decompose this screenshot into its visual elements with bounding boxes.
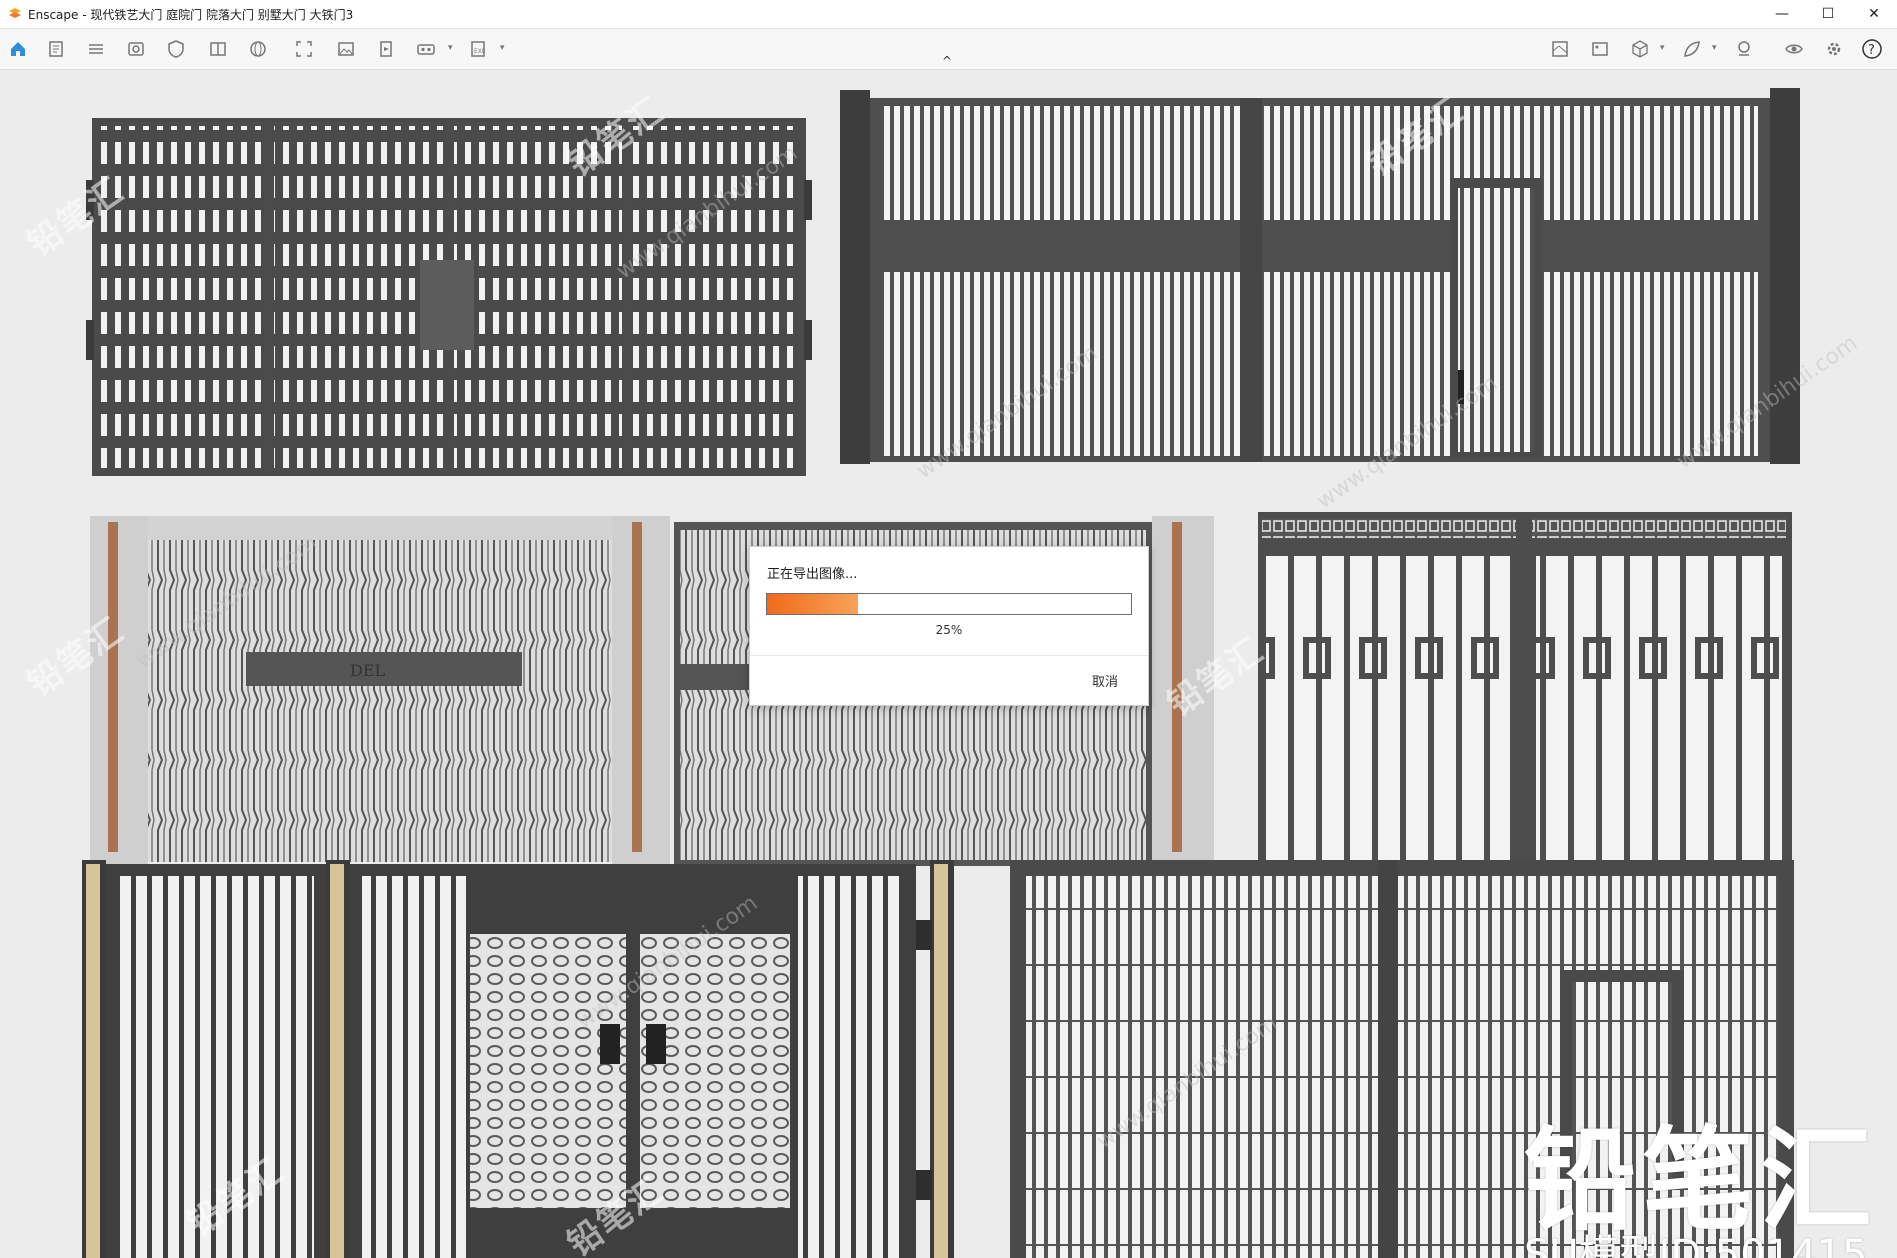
cube-icon[interactable] [1628,37,1652,61]
gate-top-right [840,88,1800,464]
minimize-button[interactable]: — [1759,0,1805,28]
svg-text:EXE: EXE [474,48,486,55]
video-icon[interactable] [374,37,398,61]
vr-icon[interactable] [1732,37,1756,61]
close-button[interactable]: ✕ [1851,0,1897,28]
map-icon[interactable] [1548,37,1572,61]
cube-dropdown-caret-icon[interactable]: ▾ [1660,43,1670,53]
bim-list-icon[interactable] [84,37,108,61]
panel-plate-text: DEL [350,661,386,680]
shield-icon[interactable] [164,37,188,61]
progress-percentage: 25% [935,623,963,637]
progress-bar-fill [767,594,858,614]
image-icon[interactable] [334,37,358,61]
watermark-model-id: SU模型ID:501415 [1524,1232,1868,1258]
gate-top-left [86,118,812,476]
globe-icon[interactable] [246,37,270,61]
export-dropdown-caret-icon[interactable]: ▾ [500,43,510,53]
help-icon[interactable]: ? [1860,37,1884,61]
export-progress-dialog: 正在导出图像... 25% 取消 [749,546,1149,706]
dialog-title: 正在导出图像... [767,567,858,582]
progress-bar [766,593,1132,615]
screenshot-icon[interactable] [292,37,316,61]
enscape-logo-icon [9,8,21,18]
vr-dropdown-caret-icon[interactable]: ▾ [448,43,458,53]
svg-text:?: ? [1868,43,1875,58]
window-controls: — ☐ ✕ [1759,0,1897,28]
settings-icon[interactable] [1822,37,1846,61]
leaf-icon[interactable] [1680,37,1704,61]
leaf-dropdown-caret-icon[interactable]: ▾ [1712,43,1722,53]
book-icon[interactable] [206,37,230,61]
window-title: Enscape - 现代铁艺大门 庭院门 院落大门 别墅大门 大铁门3 [28,7,354,22]
document-icon[interactable] [44,37,68,61]
collapse-toolbar-icon[interactable]: ^ [942,54,952,68]
cancel-button[interactable]: 取消 [1092,671,1118,690]
gate-bottom-left [82,860,954,1258]
gate-middle-right [1258,512,1792,894]
visibility-icon[interactable] [1782,37,1806,61]
view-eye-icon[interactable] [124,37,148,61]
title-bar: Enscape - 现代铁艺大门 庭院门 院落大门 别墅大门 大铁门3 — ☐ … [0,0,1897,29]
gallery-icon[interactable] [1588,37,1612,61]
maximize-button[interactable]: ☐ [1805,0,1851,28]
dialog-separator [750,655,1148,656]
home-icon[interactable] [6,37,30,61]
export-icon[interactable]: EXE [466,37,490,61]
vr-headset-icon[interactable] [414,37,438,61]
